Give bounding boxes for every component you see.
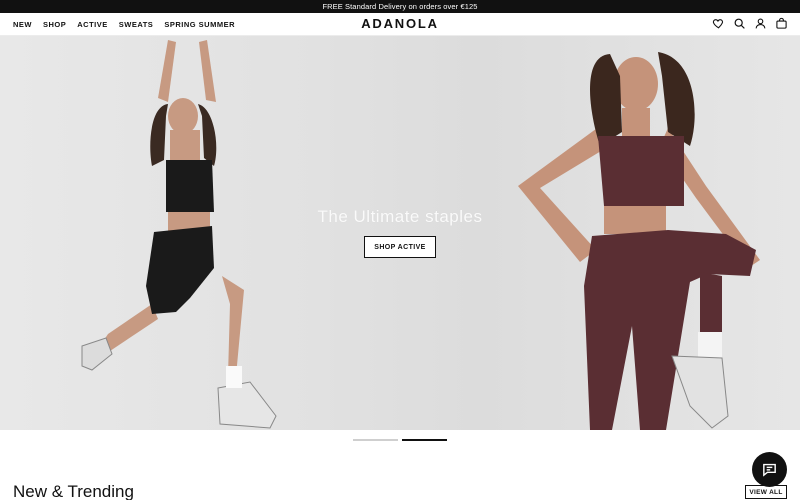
view-all-button[interactable]: VIEW ALL	[745, 485, 787, 499]
search-icon[interactable]	[733, 17, 746, 30]
account-icon[interactable]	[754, 17, 767, 30]
hero-headline: The Ultimate staples	[317, 207, 483, 226]
carousel-pagination	[353, 439, 447, 441]
brand-logo[interactable]: ADANOLA	[0, 16, 800, 31]
hero-banner[interactable]: The Ultimate staples SHOP ACTIVE	[0, 36, 800, 430]
announcement-text: FREE Standard Delivery on orders over €1…	[322, 2, 478, 11]
carousel-dot-2[interactable]	[402, 439, 447, 441]
hero-model-right	[518, 52, 760, 430]
announcement-bar: FREE Standard Delivery on orders over €1…	[0, 0, 800, 13]
carousel-dot-1[interactable]	[353, 439, 398, 441]
heart-icon[interactable]	[712, 17, 725, 30]
header-icons	[712, 17, 788, 30]
shop-active-button[interactable]: SHOP ACTIVE	[364, 236, 436, 258]
site-header: NEW SHOP ACTIVE SWEATS SPRING SUMMER ADA…	[0, 13, 800, 36]
section-title: New & Trending	[13, 482, 134, 500]
chat-button[interactable]	[752, 452, 787, 487]
bag-icon[interactable]	[775, 17, 788, 30]
chat-bubble-icon	[763, 463, 776, 477]
